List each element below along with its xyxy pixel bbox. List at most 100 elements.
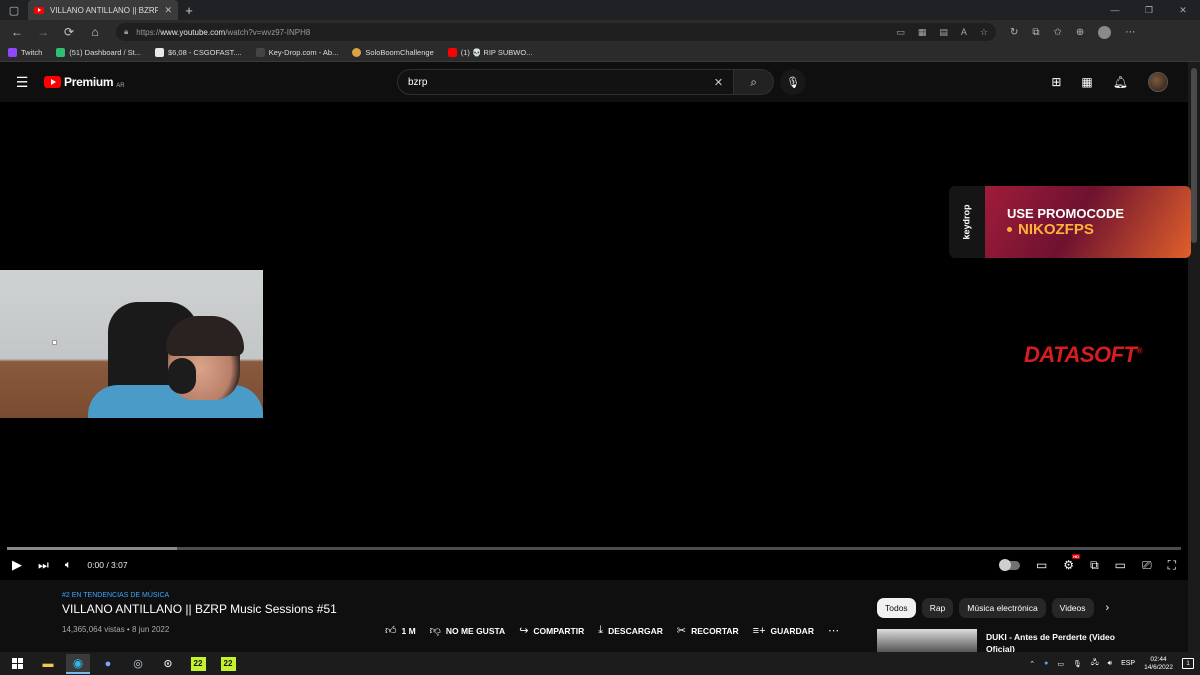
chip-todos[interactable]: Todos	[877, 598, 916, 618]
clear-search-icon[interactable]: ✕	[714, 76, 723, 89]
bookmark-keydrop[interactable]: Key-Drop.com - Ab...	[255, 48, 338, 57]
video-actions: 👍︎ 1 M 👎︎ NO ME GUSTA ↪ COMPARTIR ⤓ DESCARGA…	[385, 624, 839, 637]
like-count: 1 M	[401, 625, 416, 636]
share-label: COMPARTIR	[533, 625, 585, 636]
theater-mode-icon[interactable]: ▭	[1115, 558, 1126, 572]
refresh-extension-icon[interactable]: ↻	[1010, 27, 1018, 38]
tray-volume-icon[interactable]: 🔊︎	[1108, 660, 1112, 668]
fullscreen-icon[interactable]: ⛶	[1168, 558, 1176, 573]
page-scrollbar[interactable]	[1188, 62, 1200, 652]
tray-mic-icon[interactable]: 🎙︎	[1073, 660, 1082, 668]
video-progress-bar[interactable]	[7, 547, 1181, 550]
windows-taskbar: ▬ ◉ ● ◎ ⊙ 22 22 ⌃ ● ▭ 🎙︎ 🖧︎ 🔊︎ ESP 02:44…	[0, 652, 1200, 675]
close-window-icon[interactable]: ✕	[1166, 5, 1200, 16]
read-aloud-icon[interactable]: ▭	[896, 27, 905, 38]
bookmark-twitch[interactable]: Twitch	[8, 48, 42, 57]
miniplayer-icon[interactable]: ⧉	[1090, 558, 1099, 573]
share-icon: ↪	[519, 625, 529, 637]
profile-avatar-icon[interactable]	[1098, 25, 1112, 39]
save-button[interactable]: ≡+ GUARDAR	[753, 625, 814, 637]
minimize-icon[interactable]: —	[1098, 5, 1132, 16]
settings-gear-icon[interactable]: ⚙ HD	[1063, 554, 1081, 572]
progress-loaded	[7, 547, 178, 550]
app-22-label-2: 22	[220, 656, 236, 671]
close-tab-icon[interactable]: ✕	[164, 5, 172, 16]
taskbar-clock[interactable]: 02:44 14/6/2022	[1144, 656, 1173, 672]
split-screen-icon[interactable]: ⧉	[1032, 27, 1039, 38]
chip-videos[interactable]: Videos	[1051, 598, 1094, 618]
clip-button[interactable]: ✂ RECORTAR	[677, 624, 739, 637]
restore-icon[interactable]: ❐	[1132, 5, 1166, 16]
voice-search-button[interactable]: 🎙︎	[780, 69, 806, 95]
video-player[interactable]: keydrop USE PROMOCODE NIKOZFPS DATASOFT®…	[0, 102, 1191, 580]
tray-monitor-icon[interactable]: ▭	[1057, 660, 1064, 668]
file-explorer-icon[interactable]: ▬	[36, 654, 60, 674]
autoplay-toggle[interactable]	[998, 558, 1020, 571]
chevron-right-icon[interactable]: ›	[1106, 602, 1110, 614]
subtitles-icon[interactable]: ▭	[1036, 558, 1047, 572]
scrollbar-thumb[interactable]	[1191, 68, 1197, 243]
menu-icon[interactable]: ☰	[0, 74, 44, 91]
next-video-icon[interactable]: ⏭︎	[38, 558, 49, 573]
chip-musica-electronica[interactable]: Música electrónica	[959, 598, 1046, 618]
dislike-button[interactable]: 👎︎ NO ME GUSTA	[430, 624, 506, 637]
lock-icon: 🔒︎	[124, 27, 129, 36]
tab-actions-icon[interactable]: ▢	[0, 0, 28, 20]
more-actions-icon[interactable]: ⋯	[828, 624, 839, 637]
bookmark-dashboard[interactable]: (51) Dashboard / St...	[56, 48, 141, 57]
new-tab-button[interactable]: +	[178, 3, 200, 18]
refresh-button[interactable]: ⟳	[58, 22, 80, 42]
hd-badge: HD	[1072, 554, 1081, 559]
trending-badge[interactable]: #2 EN TENDENCIAS DE MÚSICA	[62, 592, 169, 599]
browser-tab[interactable]: VILLANO ANTILLANO || BZRP M... ✕	[28, 0, 178, 20]
apps-icon[interactable]: ▦	[918, 27, 927, 38]
favorite-star-icon[interactable]: ☆	[980, 27, 988, 38]
search-button[interactable]: ⌕	[734, 69, 774, 95]
chip-rap[interactable]: Rap	[921, 598, 954, 618]
tray-app-icon[interactable]: ●	[1044, 660, 1048, 667]
url-field[interactable]: 🔒︎ https://www.youtube.com/watch?v=wvz97…	[116, 23, 996, 41]
like-button[interactable]: 👍︎ 1 M	[385, 624, 416, 637]
back-button[interactable]: ←	[6, 22, 28, 42]
bookmark-csgofast[interactable]: $6,08 - CSGOFAST....	[154, 48, 242, 57]
tray-chevron-icon[interactable]: ⌃	[1029, 660, 1035, 668]
forward-button[interactable]: →	[32, 22, 54, 42]
favorites-icon[interactable]: ✩	[1054, 27, 1062, 38]
share-button[interactable]: ↪ COMPARTIR	[519, 624, 584, 637]
more-menu-icon[interactable]: ⋯	[1125, 27, 1135, 38]
app-22-icon-2[interactable]: 22	[216, 654, 240, 674]
youtube-premium-logo[interactable]: Premium AR	[44, 75, 125, 89]
clock-time: 02:44	[1150, 655, 1167, 663]
volume-icon[interactable]: 🔈︎	[65, 559, 72, 572]
app-globe-icon[interactable]: ●	[96, 654, 120, 674]
bookmark-youtube[interactable]: (1) 💀 RIP SUBWO...	[447, 48, 532, 57]
app-22-label-1: 22	[190, 656, 206, 671]
play-icon[interactable]: ▶	[12, 557, 22, 573]
notification-center-icon[interactable]: 1	[1182, 658, 1194, 669]
apps-grid-icon[interactable]: ▦	[1081, 75, 1092, 89]
create-video-icon[interactable]: ⊞	[1051, 75, 1061, 89]
notifications-bell-icon[interactable]: 🔔︎	[1113, 75, 1128, 89]
text-size-icon[interactable]: A	[961, 27, 967, 38]
recommended-thumbnail[interactable]	[877, 629, 977, 652]
app-record-icon[interactable]: ⊙	[156, 654, 180, 674]
start-button[interactable]	[0, 658, 34, 669]
edge-browser-icon[interactable]: ◉	[66, 653, 90, 674]
home-button[interactable]: ⌂	[84, 22, 106, 42]
collections-icon[interactable]: ⊕	[1076, 27, 1084, 38]
steam-icon[interactable]: ◎	[126, 654, 150, 674]
account-avatar[interactable]	[1148, 72, 1168, 92]
cast-icon[interactable]: ⎚	[1142, 558, 1152, 573]
bookmark-soloboom[interactable]: SoloBoomChallenge	[352, 48, 434, 57]
immersive-reader-icon[interactable]: ▤	[939, 27, 948, 38]
wall-outlet	[52, 340, 57, 345]
filter-chips: Todos Rap Música electrónica Videos ›	[877, 598, 1109, 618]
app-22-icon-1[interactable]: 22	[186, 654, 210, 674]
download-button[interactable]: ⤓ DESCARGAR	[598, 624, 663, 637]
taskbar-apps: ▬ ◉ ● ◎ ⊙ 22 22	[36, 653, 240, 674]
language-indicator[interactable]: ESP	[1121, 660, 1135, 667]
header-actions: ⊞ ▦ 🔔︎	[1051, 72, 1168, 92]
search-input[interactable]: bzrp ✕	[397, 69, 735, 95]
tray-network-icon[interactable]: 🖧︎	[1091, 658, 1099, 669]
youtube-favicon-icon	[34, 6, 44, 14]
